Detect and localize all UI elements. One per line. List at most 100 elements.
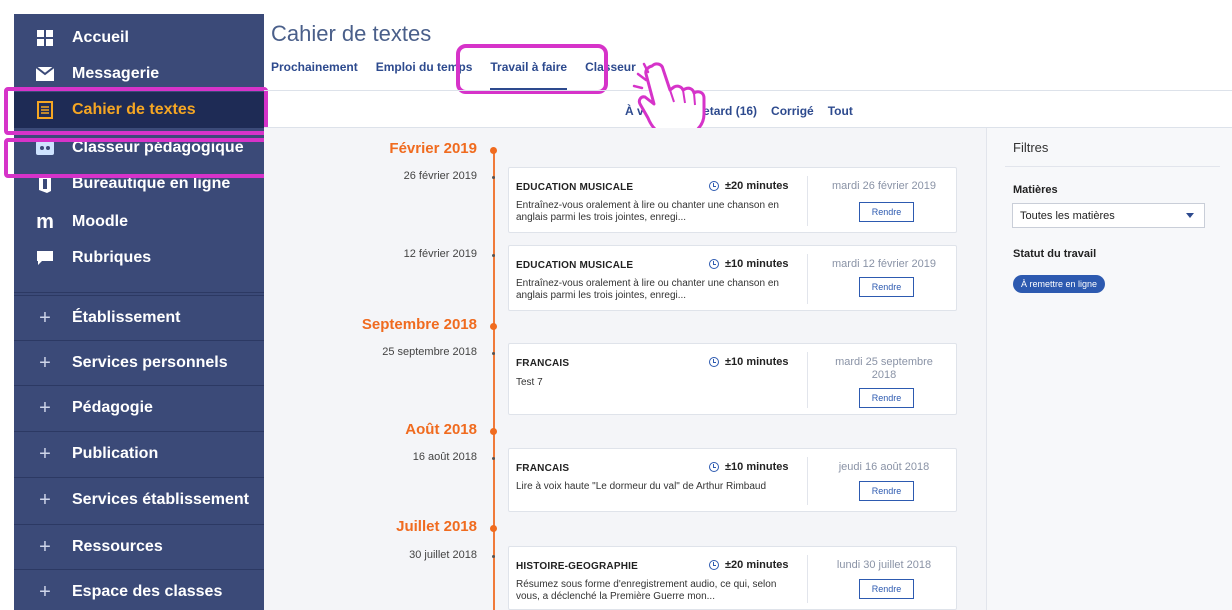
card-description: Lire à voix haute "Le dormeur du val" de… bbox=[516, 481, 767, 492]
card-subject: HISTOIRE-GEOGRAPHIE bbox=[516, 561, 638, 572]
sidebar-section-label: Pédagogie bbox=[72, 399, 153, 416]
card-divider bbox=[807, 176, 808, 226]
entry-date: 12 février 2019 bbox=[403, 248, 477, 260]
card-description: Entraînez-vous oralement à lire ou chant… bbox=[516, 200, 779, 223]
card-description: Entraînez-vous oralement à lire ou chant… bbox=[516, 278, 779, 301]
entry-date: 30 juillet 2018 bbox=[409, 549, 477, 561]
sidebar-item-accueil[interactable]: Accueil bbox=[14, 20, 264, 56]
month-dot bbox=[490, 323, 497, 330]
entry-date: 16 août 2018 bbox=[412, 451, 477, 463]
card-duration-text: ±10 minutes bbox=[725, 461, 789, 473]
card-due-date: mardi 25 septembre 2018 bbox=[835, 356, 933, 381]
month-label: Août 2018 bbox=[405, 421, 477, 438]
homework-card[interactable]: FRANCAIS ±10 minutes Lire à voix haute "… bbox=[508, 448, 957, 512]
plus-icon: + bbox=[39, 306, 51, 329]
moodle-icon: m bbox=[36, 210, 54, 233]
rendre-button[interactable]: Rendre bbox=[859, 202, 914, 222]
timeline-line bbox=[493, 148, 495, 610]
sidebar-section-etablissement[interactable]: + Établissement bbox=[14, 295, 264, 340]
rendre-button[interactable]: Rendre bbox=[859, 481, 914, 501]
month-label: Juillet 2018 bbox=[396, 518, 477, 535]
plus-icon: + bbox=[39, 488, 51, 511]
chat-icon bbox=[34, 247, 56, 269]
card-due-date: mardi 26 février 2019 bbox=[832, 180, 936, 192]
sidebar-section-label: Établissement bbox=[72, 309, 181, 326]
sidebar-item-label: Moodle bbox=[72, 213, 128, 230]
clock-icon bbox=[709, 462, 719, 472]
card-duration: ±10 minutes bbox=[709, 461, 789, 473]
month-label: Septembre 2018 bbox=[361, 316, 477, 333]
sidebar-item-moodle[interactable]: m Moodle bbox=[14, 204, 264, 240]
sidebar-section-espace-des-classes[interactable]: + Espace des classes bbox=[14, 569, 264, 610]
sidebar-section-services-personnels[interactable]: + Services personnels bbox=[14, 340, 264, 385]
card-duration-text: ±20 minutes bbox=[725, 180, 789, 192]
month-dot bbox=[490, 147, 497, 154]
homework-card[interactable]: EDUCATION MUSICALE ±20 minutes Entraînez… bbox=[508, 167, 957, 233]
month-label: Février 2019 bbox=[389, 140, 477, 157]
plus-icon: + bbox=[39, 535, 51, 558]
plus-icon: + bbox=[39, 351, 51, 374]
highlight-box-travail bbox=[456, 44, 608, 94]
subtab-tout[interactable]: Tout bbox=[828, 104, 853, 118]
rendre-button[interactable]: Rendre bbox=[859, 277, 914, 297]
clock-icon bbox=[709, 181, 719, 191]
tab-prochainement[interactable]: Prochainement bbox=[271, 60, 358, 90]
card-due-date: lundi 30 juillet 2018 bbox=[836, 559, 932, 571]
card-subject: FRANCAIS bbox=[516, 463, 570, 474]
entry-date: 26 février 2019 bbox=[403, 170, 477, 182]
clock-icon bbox=[709, 560, 719, 570]
filters-title: Filtres bbox=[1013, 140, 1049, 155]
card-due-date: mardi 12 février 2019 bbox=[832, 258, 936, 270]
entry-dot bbox=[492, 555, 495, 558]
clock-icon bbox=[709, 259, 719, 269]
entry-dot bbox=[492, 254, 495, 257]
subjects-select-value: Toutes les matières bbox=[1020, 209, 1115, 222]
card-duration-text: ±20 minutes bbox=[725, 559, 789, 571]
homework-card[interactable]: HISTOIRE-GEOGRAPHIE ±20 minutes Résumez … bbox=[508, 546, 957, 610]
subjects-label: Matières bbox=[1013, 184, 1058, 196]
homework-card[interactable]: EDUCATION MUSICALE ±10 minutes Entraînez… bbox=[508, 245, 957, 311]
sidebar-section-publication[interactable]: + Publication bbox=[14, 431, 264, 476]
sidebar-section-label: Ressources bbox=[72, 538, 163, 555]
sidebar-item-rubriques[interactable]: Rubriques bbox=[14, 240, 264, 276]
status-label: Statut du travail bbox=[1013, 248, 1097, 260]
card-divider bbox=[807, 457, 808, 505]
sidebar-section-label: Espace des classes bbox=[72, 583, 223, 600]
subjects-select[interactable]: Toutes les matières bbox=[1012, 203, 1205, 228]
card-divider bbox=[807, 352, 808, 408]
envelope-icon bbox=[34, 63, 56, 85]
subtab-corrige[interactable]: Corrigé bbox=[771, 104, 814, 118]
card-due-date: jeudi 16 août 2018 bbox=[838, 461, 930, 473]
entry-dot bbox=[492, 176, 495, 179]
rendre-button[interactable]: Rendre bbox=[859, 388, 914, 408]
status-filter-pill[interactable]: À remettre en ligne bbox=[1013, 275, 1106, 293]
sidebar-section-services-etablissement[interactable]: + Services établissement bbox=[14, 477, 264, 522]
month-dot bbox=[490, 525, 497, 532]
card-description: Résumez sous forme d'enregistrement audi… bbox=[516, 579, 777, 602]
card-duration-text: ±10 minutes bbox=[725, 258, 789, 270]
entry-dot bbox=[492, 457, 495, 460]
sidebar-item-label: Messagerie bbox=[72, 65, 160, 82]
card-divider bbox=[807, 555, 808, 603]
divider bbox=[1005, 166, 1220, 167]
page-title: Cahier de textes bbox=[271, 21, 432, 46]
plus-icon: + bbox=[39, 396, 51, 419]
card-duration: ±20 minutes bbox=[709, 559, 789, 571]
homework-card[interactable]: FRANCAIS ±10 minutes Test 7 mardi 25 sep… bbox=[508, 343, 957, 415]
rendre-button[interactable]: Rendre bbox=[859, 579, 914, 599]
sidebar-section-label: Services établissement bbox=[72, 491, 249, 508]
entry-dot bbox=[492, 352, 495, 355]
card-duration: ±10 minutes bbox=[709, 258, 789, 270]
sidebar-section-pedagogie[interactable]: + Pédagogie bbox=[14, 385, 264, 430]
card-duration-text: ±10 minutes bbox=[725, 356, 789, 368]
sidebar-item-label: Rubriques bbox=[72, 249, 152, 266]
sidebar-item-label: Accueil bbox=[72, 29, 129, 46]
divider bbox=[264, 90, 1232, 91]
chevron-down-icon bbox=[1186, 213, 1194, 218]
sidebar-section-ressources[interactable]: + Ressources bbox=[14, 524, 264, 569]
highlight-box-cahier bbox=[4, 87, 268, 135]
entry-date: 25 septembre 2018 bbox=[382, 346, 477, 358]
plus-icon: + bbox=[39, 580, 51, 603]
sidebar-section-label: Services personnels bbox=[72, 354, 228, 371]
card-duration: ±20 minutes bbox=[709, 180, 789, 192]
